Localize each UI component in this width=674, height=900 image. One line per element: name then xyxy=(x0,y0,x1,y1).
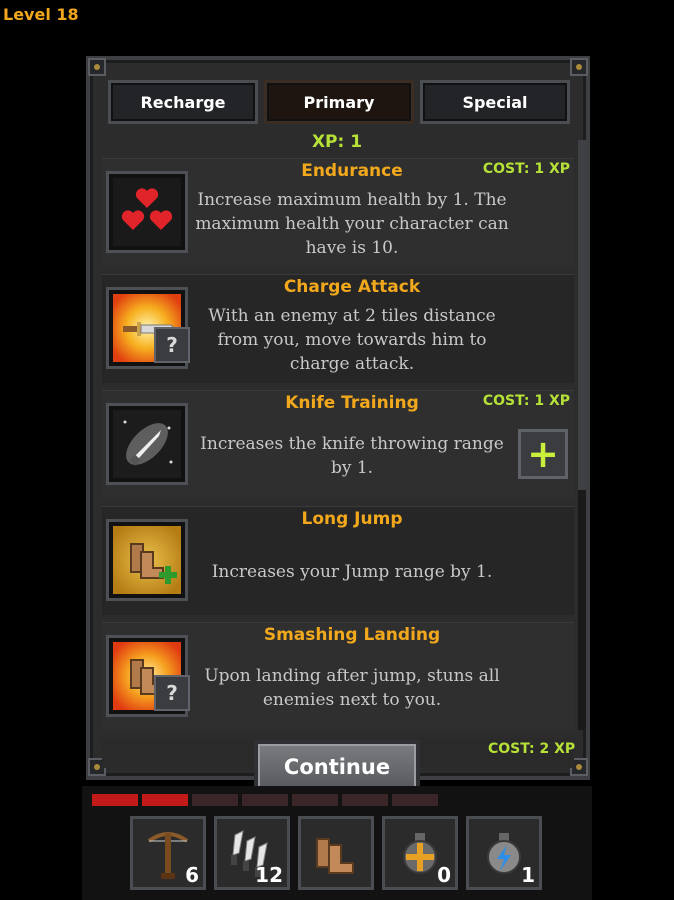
skill-row-endurance[interactable]: Endurance COST: 1 XP Increase maximum he… xyxy=(102,158,574,267)
skill-row-charge-attack[interactable]: ? Charge Attack With an enemy at 2 tiles… xyxy=(102,274,574,383)
inventory-slot-knives[interactable]: 12 xyxy=(214,816,290,890)
health-segment-full xyxy=(92,794,138,806)
health-bar xyxy=(92,794,438,806)
skill-row-smashing-landing[interactable]: ? Smashing Landing Upon landing after ju… xyxy=(102,622,574,731)
skill-title: Endurance xyxy=(301,161,403,181)
inventory-slot-crossbow[interactable]: 6 xyxy=(130,816,206,890)
skill-cost-partial: COST: 2 XP xyxy=(488,741,576,757)
category-tabs: Recharge Primary Special xyxy=(108,80,570,124)
item-count: 12 xyxy=(255,863,283,887)
skill-description: With an enemy at 2 tiles distance from y… xyxy=(208,306,496,374)
health-segment-empty xyxy=(242,794,288,806)
frame-corner xyxy=(88,58,106,76)
skill-description: Increase maximum health by 1. The maximu… xyxy=(195,190,509,258)
health-segment-empty xyxy=(192,794,238,806)
skill-list[interactable]: Endurance COST: 1 XP Increase maximum he… xyxy=(102,158,574,736)
inventory-slot-lightning-bomb[interactable]: 1 xyxy=(466,816,542,890)
health-segment-empty xyxy=(392,794,438,806)
boots-plus-icon xyxy=(106,519,188,601)
skill-row-knife-training[interactable]: Knife Training COST: 1 XP Increases the … xyxy=(102,390,574,499)
inventory-bar: 6 12 0 1 xyxy=(130,816,542,890)
knife-icon xyxy=(106,403,188,485)
health-segment-empty xyxy=(342,794,388,806)
skill-title: Long Jump xyxy=(301,509,403,529)
skill-cost: COST: 1 XP xyxy=(482,393,570,409)
level-indicator: Level 18 xyxy=(3,5,79,24)
tab-primary[interactable]: Primary xyxy=(264,80,414,124)
boots-icon xyxy=(316,838,354,874)
skill-description: Upon landing after jump, stuns all enemi… xyxy=(204,666,500,710)
skill-row-long-jump[interactable]: Long Jump Increases your Jump range by 1… xyxy=(102,506,574,615)
tab-special[interactable]: Special xyxy=(420,80,570,124)
skill-cost: COST: 1 XP xyxy=(482,161,570,177)
health-segment-full xyxy=(142,794,188,806)
skill-description: Increases your Jump range by 1. xyxy=(211,562,493,582)
frame-corner xyxy=(570,58,588,76)
item-count: 6 xyxy=(185,863,199,887)
hearts-icon xyxy=(106,171,188,253)
health-segment-empty xyxy=(292,794,338,806)
locked-question-icon: ? xyxy=(154,675,190,711)
skill-title: Charge Attack xyxy=(283,277,421,297)
item-count: 0 xyxy=(437,863,451,887)
skill-title: Smashing Landing xyxy=(263,625,441,645)
skill-description: Increases the knife throwing range by 1. xyxy=(200,434,504,478)
tab-recharge[interactable]: Recharge xyxy=(108,80,258,124)
item-count: 1 xyxy=(521,863,535,887)
xp-counter: XP: 1 xyxy=(311,132,363,152)
inventory-slot-boots[interactable] xyxy=(298,816,374,890)
inventory-slot-bomb[interactable]: 0 xyxy=(382,816,458,890)
locked-question-icon: ? xyxy=(154,327,190,363)
skill-list-scrollbar[interactable] xyxy=(578,140,586,730)
skill-title: Knife Training xyxy=(285,393,419,413)
buy-skill-plus-button[interactable]: + xyxy=(518,429,568,479)
scrollbar-thumb[interactable] xyxy=(578,140,586,490)
